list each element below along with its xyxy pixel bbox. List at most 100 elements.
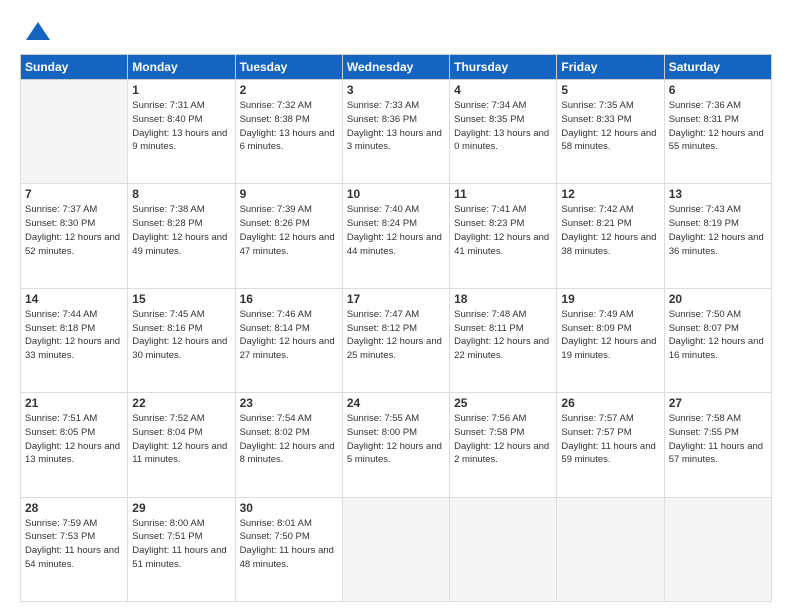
- day-header: Friday: [557, 55, 664, 80]
- daylight: Daylight: 12 hours and 38 minutes.: [561, 232, 656, 257]
- page: SundayMondayTuesdayWednesdayThursdayFrid…: [0, 0, 792, 612]
- calendar-cell: 3Sunrise: 7:33 AMSunset: 8:36 PMDaylight…: [342, 80, 449, 184]
- day-number: 28: [25, 501, 123, 515]
- day-info: Sunrise: 7:36 AM Sunset: 8:31 PM Daylight:…: [669, 99, 767, 154]
- sunrise: Sunrise: 7:59 AM: [25, 518, 97, 529]
- sunrise: Sunrise: 7:31 AM: [132, 100, 204, 111]
- sunrise: Sunrise: 7:37 AM: [25, 204, 97, 215]
- sunset: Sunset: 8:14 PM: [240, 323, 310, 334]
- day-number: 24: [347, 396, 445, 410]
- calendar-cell: 22 Sunrise: 7:52 AM Sunset: 8:04 PM Dayligh…: [128, 393, 235, 497]
- daylight: Daylight: 11 hours and 59 minutes.: [561, 441, 655, 466]
- day-number: 1: [132, 83, 230, 97]
- daylight: Daylight: 12 hours and 11 minutes.: [132, 441, 227, 466]
- daylight: Daylight: 11 hours and 51 minutes.: [132, 545, 226, 570]
- calendar-cell: [664, 497, 771, 601]
- sunrise: Sunrise: 7:39 AM: [240, 204, 312, 215]
- logo: [20, 18, 52, 46]
- sunrise: Sunrise: 7:44 AM: [25, 309, 97, 320]
- calendar-cell: 1 Sunrise: 7:31 AM Sunset: 8:40 PM Daylight…: [128, 80, 235, 184]
- sunset: Sunset: 8:36 PM: [347, 114, 417, 125]
- sunset: Sunset: 8:02 PM: [240, 427, 310, 438]
- sunset: Sunset: 8:40 PM: [132, 114, 202, 125]
- daylight: Daylight: 13 hours and 9 minutes.: [132, 128, 227, 153]
- calendar-cell: 18Sunrise: 7:48 AMSunset: 8:11 PMDayligh…: [450, 288, 557, 392]
- day-number: 22: [132, 396, 230, 410]
- sunrise: Sunrise: 7:41 AM: [454, 204, 526, 215]
- daylight: Daylight: 12 hours and 19 minutes.: [561, 336, 656, 361]
- day-number: 27: [669, 396, 767, 410]
- sunset: Sunset: 8:04 PM: [132, 427, 202, 438]
- sunset: Sunset: 8:16 PM: [132, 323, 202, 334]
- calendar-cell: 6 Sunrise: 7:36 AM Sunset: 8:31 PM Daylight…: [664, 80, 771, 184]
- day-number: 20: [669, 292, 767, 306]
- day-header: Thursday: [450, 55, 557, 80]
- day-number: 26: [561, 396, 659, 410]
- calendar-cell: 16Sunrise: 7:46 AMSunset: 8:14 PMDayligh…: [235, 288, 342, 392]
- calendar-row: 14Sunrise: 7:44 AMSunset: 8:18 PMDayligh…: [21, 288, 772, 392]
- daylight: Daylight: 12 hours and 2 minutes.: [454, 441, 549, 466]
- daylight: Daylight: 12 hours and 25 minutes.: [347, 336, 442, 361]
- sunset: Sunset: 7:51 PM: [132, 531, 202, 542]
- day-info: Sunrise: 7:37 AMSunset: 8:30 PMDaylight:…: [25, 203, 123, 258]
- day-number: 19: [561, 292, 659, 306]
- sunset: Sunset: 8:21 PM: [561, 218, 631, 229]
- day-header: Saturday: [664, 55, 771, 80]
- day-info: Sunrise: 7:41 AMSunset: 8:23 PMDaylight:…: [454, 203, 552, 258]
- daylight: Daylight: 11 hours and 54 minutes.: [25, 545, 119, 570]
- daylight: Daylight: 12 hours and 36 minutes.: [669, 232, 764, 257]
- calendar-cell: 12Sunrise: 7:42 AMSunset: 8:21 PMDayligh…: [557, 184, 664, 288]
- sunrise: Sunrise: 7:46 AM: [240, 309, 312, 320]
- sunset: Sunset: 8:07 PM: [669, 323, 739, 334]
- calendar-cell: 24Sunrise: 7:55 AMSunset: 8:00 PMDayligh…: [342, 393, 449, 497]
- calendar: SundayMondayTuesdayWednesdayThursdayFrid…: [20, 54, 772, 602]
- sunset: Sunset: 8:31 PM: [669, 114, 739, 125]
- sunrise: Sunrise: 7:38 AM: [132, 204, 204, 215]
- calendar-cell: 10Sunrise: 7:40 AMSunset: 8:24 PMDayligh…: [342, 184, 449, 288]
- daylight: Daylight: 12 hours and 30 minutes.: [132, 336, 227, 361]
- sunset: Sunset: 7:57 PM: [561, 427, 631, 438]
- sunset: Sunset: 7:50 PM: [240, 531, 310, 542]
- sunrise: Sunrise: 7:47 AM: [347, 309, 419, 320]
- sunset: Sunset: 8:09 PM: [561, 323, 631, 334]
- calendar-cell: 27Sunrise: 7:58 AMSunset: 7:55 PMDayligh…: [664, 393, 771, 497]
- sunrise: Sunrise: 7:52 AM: [132, 413, 204, 424]
- calendar-cell: 15Sunrise: 7:45 AMSunset: 8:16 PMDayligh…: [128, 288, 235, 392]
- sunset: Sunset: 8:19 PM: [669, 218, 739, 229]
- calendar-cell: 2Sunrise: 7:32 AMSunset: 8:38 PMDaylight…: [235, 80, 342, 184]
- calendar-cell: 9Sunrise: 7:39 AMSunset: 8:26 PMDaylight…: [235, 184, 342, 288]
- sunset: Sunset: 8:18 PM: [25, 323, 95, 334]
- day-info: Sunrise: 7:34 AMSunset: 8:35 PMDaylight:…: [454, 99, 552, 154]
- calendar-cell: [557, 497, 664, 601]
- day-number: 6: [669, 83, 767, 97]
- day-info: Sunrise: 7:45 AM Sunset: 8:16 PM Daylight:…: [132, 308, 230, 363]
- calendar-cell: 8Sunrise: 7:38 AMSunset: 8:28 PMDaylight…: [128, 184, 235, 288]
- sunrise: Sunrise: 7:45 AM: [132, 309, 204, 320]
- sunrise: Sunrise: 7:43 AM: [669, 204, 741, 215]
- calendar-cell: 5Sunrise: 7:35 AMSunset: 8:33 PMDaylight…: [557, 80, 664, 184]
- day-info: Sunrise: 7:33 AMSunset: 8:36 PMDaylight:…: [347, 99, 445, 154]
- calendar-cell: 25Sunrise: 7:56 AMSunset: 7:58 PMDayligh…: [450, 393, 557, 497]
- daylight: Daylight: 12 hours and 55 minutes.: [669, 128, 764, 153]
- sunset: Sunset: 8:24 PM: [347, 218, 417, 229]
- sunrise: Sunrise: 7:57 AM: [561, 413, 633, 424]
- day-header: Tuesday: [235, 55, 342, 80]
- calendar-cell: 11 Sunrise: 7:41 AMSunset: 8:23 PMDayligh…: [450, 184, 557, 288]
- sunrise: Sunrise: 7:36 AM: [669, 100, 741, 111]
- header: [20, 18, 772, 46]
- day-number: 18: [454, 292, 552, 306]
- sunrise: Sunrise: 7:49 AM: [561, 309, 633, 320]
- sunrise: Sunrise: 7:56 AM: [454, 413, 526, 424]
- sunset: Sunset: 8:11 PM: [454, 323, 524, 334]
- sunset: Sunset: 8:05 PM: [25, 427, 95, 438]
- sunrise: Sunrise: 7:55 AM: [347, 413, 419, 424]
- daylight: Daylight: 12 hours and 16 minutes.: [669, 336, 764, 361]
- day-number: 11: [454, 187, 552, 201]
- sunrise: Sunrise: 7:34 AM: [454, 100, 526, 111]
- day-info: Sunrise: 7:49 AM Sunset: 8:09 PM Daylight:…: [561, 308, 659, 363]
- sunset: Sunset: 8:30 PM: [25, 218, 95, 229]
- day-info: Sunrise: 7:52 AM Sunset: 8:04 PM Daylight:…: [132, 412, 230, 467]
- sunrise: Sunrise: 7:48 AM: [454, 309, 526, 320]
- sunset: Sunset: 7:55 PM: [669, 427, 739, 438]
- daylight: Daylight: 12 hours and 13 minutes.: [25, 441, 120, 466]
